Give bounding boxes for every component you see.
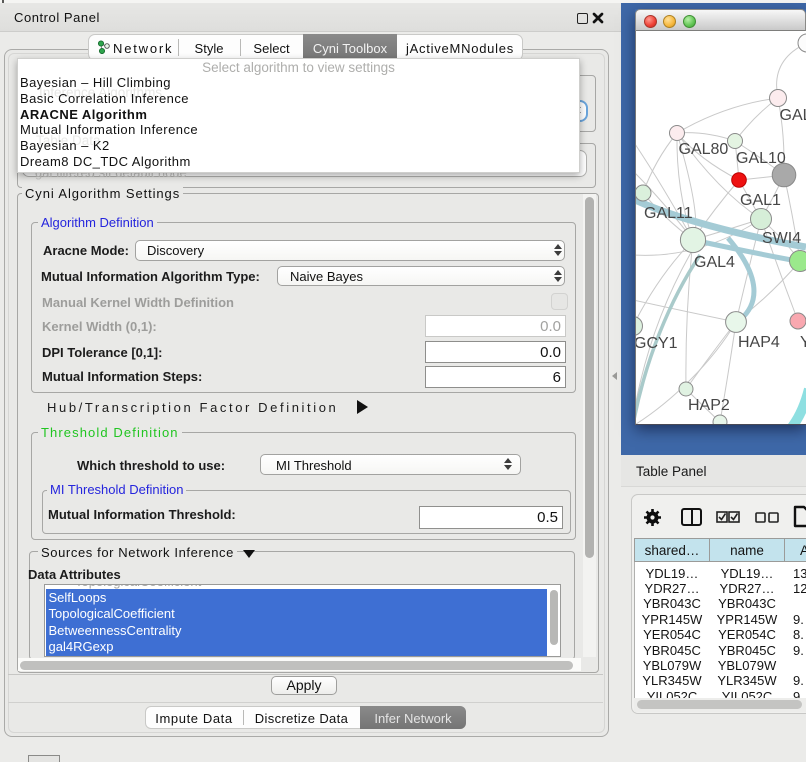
svg-text:GAL1: GAL1 xyxy=(740,192,781,209)
svg-text:GAL7: GAL7 xyxy=(780,107,806,124)
svg-text:SWI4: SWI4 xyxy=(762,230,801,247)
svg-text:GAL10: GAL10 xyxy=(736,150,786,167)
svg-text:GAL80: GAL80 xyxy=(679,141,729,158)
svg-text:YM: YM xyxy=(800,334,806,351)
svg-text:GAL4: GAL4 xyxy=(694,254,735,271)
svg-text:GCY1: GCY1 xyxy=(636,335,678,352)
svg-text:GAL11: GAL11 xyxy=(644,205,693,222)
svg-text:HAP4: HAP4 xyxy=(738,334,780,351)
svg-text:HAP2: HAP2 xyxy=(688,397,730,414)
